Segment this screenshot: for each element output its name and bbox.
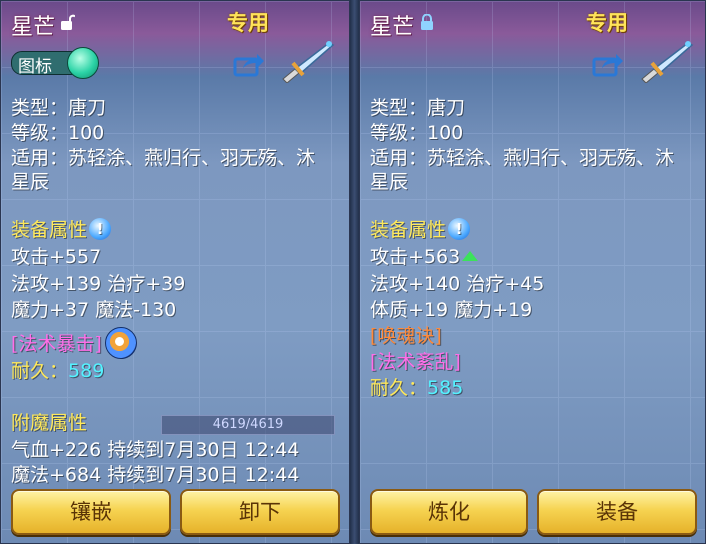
skill-icon[interactable] bbox=[105, 327, 137, 359]
toggle-knob bbox=[67, 47, 99, 79]
durability-label: 耐久： bbox=[370, 377, 428, 399]
equip-attr-title: 装备属性 bbox=[11, 219, 88, 241]
stats-line1: 法攻+140 治疗+45 bbox=[370, 273, 545, 295]
share-icon[interactable] bbox=[233, 51, 265, 77]
stats-line2: 体质+19 魔力+19 bbox=[370, 299, 533, 321]
icon-toggle[interactable]: 图标 bbox=[11, 47, 99, 79]
toggle-label: 图标 bbox=[18, 57, 52, 77]
unequip-button[interactable]: 卸下 bbox=[180, 489, 340, 535]
up-arrow-icon bbox=[462, 251, 479, 261]
info-icon[interactable] bbox=[448, 218, 471, 240]
stats-line2: 魔力+37 魔法-130 bbox=[11, 299, 177, 321]
hp-bar: 4619/4619 bbox=[161, 415, 335, 435]
stats-line1: 法攻+139 治疗+39 bbox=[11, 273, 186, 295]
attack-stat: 攻击+557 bbox=[11, 246, 102, 268]
left-item-panel: 星芒 专用 图标 类型：唐刀 等级：100 适用：苏轻涂、燕归行、羽无殇、沐 星… bbox=[0, 0, 350, 544]
enchant-line2: 魔法+684 持续到7月30日 12:44 bbox=[11, 464, 300, 486]
share-icon[interactable] bbox=[592, 51, 624, 77]
special-badge: 专用 bbox=[227, 11, 269, 35]
weapon-icon[interactable] bbox=[638, 39, 694, 84]
durability-value: 585 bbox=[427, 377, 464, 399]
special-badge: 专用 bbox=[586, 11, 628, 35]
item-usable-line2: 星辰 bbox=[370, 171, 409, 193]
attack-value: 攻击+563 bbox=[370, 246, 461, 268]
item-type: 类型：唐刀 bbox=[11, 97, 107, 119]
info-icon[interactable] bbox=[89, 218, 112, 240]
item-level: 等级：100 bbox=[370, 122, 464, 144]
equip-button[interactable]: 装备 bbox=[537, 489, 697, 535]
enchant-line1: 气血+226 持续到7月30日 12:44 bbox=[11, 439, 300, 461]
item-usable-line1: 适用：苏轻涂、燕归行、羽无殇、沐 bbox=[370, 147, 675, 169]
item-title: 星芒 bbox=[11, 15, 56, 40]
durability-label: 耐久： bbox=[11, 360, 69, 382]
item-usable-line1: 适用：苏轻涂、燕归行、羽无殇、沐 bbox=[11, 147, 316, 169]
panel-divider bbox=[350, 0, 359, 544]
refine-button[interactable]: 炼化 bbox=[370, 489, 528, 535]
item-level: 等级：100 bbox=[11, 122, 105, 144]
item-title: 星芒 bbox=[370, 15, 415, 40]
durability-value: 589 bbox=[68, 360, 105, 382]
inlay-button[interactable]: 镶嵌 bbox=[11, 489, 171, 535]
unlock-icon[interactable] bbox=[61, 14, 75, 31]
item-usable-line2: 星辰 bbox=[11, 171, 50, 193]
item-type: 类型：唐刀 bbox=[370, 97, 466, 119]
equip-attr-heading: 装备属性 bbox=[11, 218, 112, 243]
right-item-panel: 星芒 专用 类型：唐刀 等级：100 适用：苏轻涂、燕归行、羽无殇、沐 星辰 装… bbox=[359, 0, 706, 544]
durability: 耐久：585 bbox=[370, 376, 463, 401]
lock-icon[interactable] bbox=[420, 14, 434, 31]
weapon-icon[interactable] bbox=[279, 39, 335, 84]
skill-name[interactable]: [法术暴击] bbox=[11, 332, 102, 357]
equip-attr-title: 装备属性 bbox=[370, 219, 447, 241]
durability: 耐久：589 bbox=[11, 359, 104, 384]
enchant-attr-title: 附魔属性 bbox=[11, 412, 88, 434]
skill-name-1[interactable]: [唤魂诀] bbox=[370, 324, 442, 349]
skill-name-2[interactable]: [法术紊乱] bbox=[370, 350, 461, 375]
equip-attr-heading: 装备属性 bbox=[370, 218, 471, 243]
attack-stat: 攻击+563 bbox=[370, 245, 479, 270]
